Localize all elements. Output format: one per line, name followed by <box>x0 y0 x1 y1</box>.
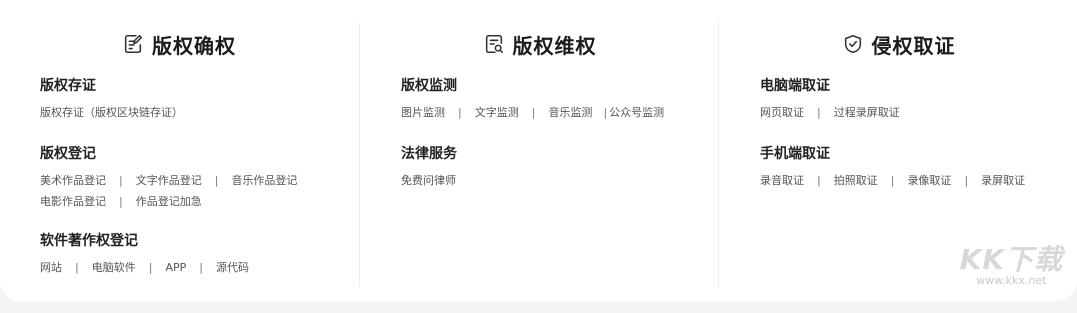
column-title: 版权维权 <box>512 33 597 58</box>
group-copyright-monitoring: 版权监测 图片监测 | 文字监测 | 音乐监测 | 公众号监测 <box>401 76 719 123</box>
column-copyright-confirmation: 版权确权 版权存证 版权存证（版权区块链存证） 版权登记 美术作品登记 | 文字作品… <box>0 22 358 287</box>
link-music-monitoring[interactable]: 音乐监测 <box>548 102 592 123</box>
link-text-monitoring[interactable]: 文字监测 <box>475 102 519 123</box>
shield-check-icon <box>844 34 861 54</box>
link-music-work-registration[interactable]: 音乐作品登记 <box>231 170 297 191</box>
column-copyright-protection: 版权维权 版权监测 图片监测 | 文字监测 | 音乐监测 | 公众号监测 法律服务 免费问律… <box>359 22 719 287</box>
services-panel: 版权确权 版权存证 版权存证（版权区块链存证） 版权登记 美术作品登记 | 文字作品… <box>0 0 1077 301</box>
group-legal-services: 法律服务 免费问律师 <box>401 144 719 191</box>
separator: | <box>75 261 79 274</box>
link-video-evidence[interactable]: 录像取证 <box>907 170 951 191</box>
link-pc-software[interactable]: 电脑软件 <box>92 257 136 278</box>
group-title[interactable]: 电脑端取证 <box>760 76 1077 96</box>
link-art-work-registration[interactable]: 美术作品登记 <box>40 170 106 191</box>
separator: | <box>817 174 821 187</box>
group-title[interactable]: 版权存证 <box>40 76 358 96</box>
link-webpage-evidence[interactable]: 网页取证 <box>760 102 804 123</box>
group-mobile-evidence: 手机端取证 录音取证 | 拍照取证 | 录像取证 | 录屏取证 <box>760 144 1077 191</box>
link-screen-record-evidence[interactable]: 录屏取证 <box>981 170 1025 191</box>
separator: | <box>603 106 608 119</box>
link-audio-evidence[interactable]: 录音取证 <box>760 170 804 191</box>
link-source-code[interactable]: 源代码 <box>216 257 249 278</box>
group-title[interactable]: 法律服务 <box>401 144 719 164</box>
watermark-logo: KK下载 <box>959 243 1063 276</box>
group-pc-evidence: 电脑端取证 网页取证 | 过程录屏取证 <box>760 76 1077 123</box>
group-software-copyright: 软件著作权登记 网站 | 电脑软件 | APP | 源代码 <box>40 231 358 278</box>
link-app[interactable]: APP <box>165 257 186 278</box>
column-header: 侵权取证 <box>719 22 1077 66</box>
link-registration-expedite[interactable]: 作品登记加急 <box>136 191 202 212</box>
document-edit-icon <box>124 34 143 54</box>
column-title: 侵权取证 <box>871 33 956 58</box>
column-title: 版权确权 <box>152 33 236 58</box>
link-photo-evidence[interactable]: 拍照取证 <box>834 170 878 191</box>
group-title[interactable]: 版权登记 <box>40 144 358 164</box>
separator: | <box>458 106 462 119</box>
separator: | <box>890 174 895 187</box>
separator: | <box>119 195 123 208</box>
separator: | <box>119 174 123 187</box>
column-header: 版权确权 <box>0 22 358 66</box>
document-search-icon <box>485 34 503 54</box>
separator: | <box>148 261 153 274</box>
group-copyright-registration: 版权登记 美术作品登记 | 文字作品登记 | 音乐作品登记 电影作品登记 | 作品登记加急 <box>40 144 358 212</box>
separator: | <box>964 174 969 187</box>
link-text-work-registration[interactable]: 文字作品登记 <box>136 170 202 191</box>
group-title[interactable]: 版权监测 <box>401 76 719 96</box>
watermark: KK下载 www.kkx.net <box>960 238 1063 287</box>
link-official-account-monitoring[interactable]: 公众号监测 <box>609 102 664 123</box>
separator: | <box>214 174 219 187</box>
group-title[interactable]: 手机端取证 <box>760 144 1077 164</box>
group-title[interactable]: 软件著作权登记 <box>40 231 358 251</box>
column-header: 版权维权 <box>360 22 719 66</box>
group-copyright-deposit: 版权存证 版权存证（版权区块链存证） <box>40 76 358 123</box>
link-website[interactable]: 网站 <box>40 257 62 278</box>
link-free-lawyer-consult[interactable]: 免费问律师 <box>401 170 456 191</box>
link-film-work-registration[interactable]: 电影作品登记 <box>40 191 106 212</box>
link-screen-recording-evidence[interactable]: 过程录屏取证 <box>834 102 900 123</box>
separator: | <box>531 106 536 119</box>
link-copyright-deposit-blockchain[interactable]: 版权存证（版权区块链存证） <box>40 102 183 123</box>
separator: | <box>199 261 203 274</box>
separator: | <box>817 106 821 119</box>
link-image-monitoring[interactable]: 图片监测 <box>401 102 445 123</box>
